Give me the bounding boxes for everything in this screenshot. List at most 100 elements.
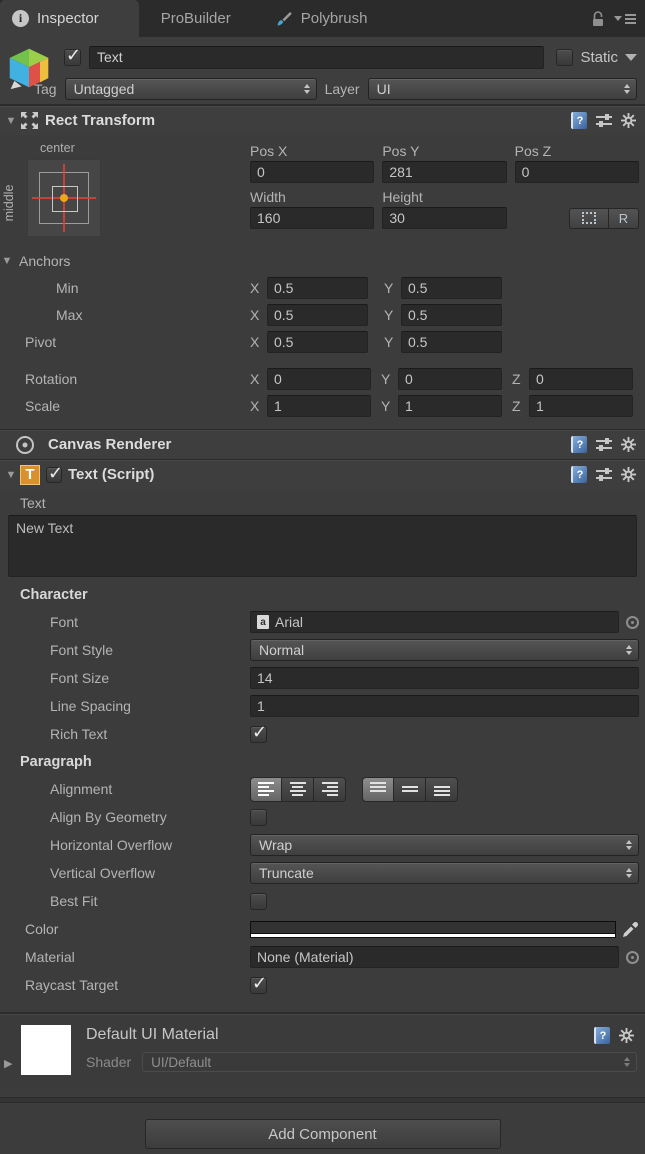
material-object-field[interactable]: None (Material) — [250, 946, 619, 968]
layer-dropdown[interactable]: UI — [368, 78, 637, 100]
align-middle-button[interactable] — [394, 777, 426, 802]
anchors-max-x-field[interactable]: 0.5 — [267, 304, 368, 326]
axis-x-label: X — [250, 307, 267, 323]
pos-x-field[interactable]: 0 — [250, 161, 374, 183]
rotation-x-field[interactable]: 0 — [267, 368, 371, 390]
gameobject-name-field[interactable]: Text — [89, 46, 544, 69]
foldout-open-icon[interactable]: ▼ — [4, 115, 18, 127]
inspector-panel: i Inspector ProBuilder Polybrush — [0, 0, 645, 1154]
font-style-dropdown[interactable]: Normal — [250, 639, 639, 661]
anchors-foldout-icon[interactable]: ▼ — [0, 255, 14, 267]
eyedropper-icon[interactable] — [622, 921, 639, 938]
rotation-y-field[interactable]: 0 — [398, 368, 502, 390]
static-dropdown-arrow-icon[interactable] — [625, 54, 637, 61]
component-title: Canvas Renderer — [48, 436, 171, 453]
help-icon[interactable]: ? — [571, 112, 587, 129]
width-label: Width — [250, 187, 374, 207]
font-object-field[interactable]: a Arial — [250, 611, 619, 633]
presets-icon[interactable] — [596, 438, 612, 452]
line-spacing-field[interactable]: 1 — [250, 695, 639, 717]
object-picker-icon[interactable] — [626, 616, 639, 629]
scale-x-field[interactable]: 1 — [267, 395, 371, 417]
font-style-value: Normal — [259, 642, 304, 658]
align-left-button[interactable] — [250, 777, 282, 802]
context-menu-icon[interactable] — [614, 12, 636, 26]
presets-icon[interactable] — [596, 468, 612, 482]
width-field[interactable]: 160 — [250, 207, 374, 229]
add-component-button[interactable]: Add Component — [145, 1119, 501, 1149]
color-swatch[interactable] — [250, 921, 616, 938]
pos-x-label: Pos X — [250, 141, 374, 161]
gameobject-active-checkbox[interactable] — [64, 49, 81, 66]
raw-edit-mode-button[interactable]: R — [609, 208, 639, 229]
text-value-textarea[interactable]: New Text — [8, 515, 637, 577]
object-picker-icon[interactable] — [626, 951, 639, 964]
height-field[interactable]: 30 — [382, 207, 506, 229]
tab-inspector[interactable]: i Inspector — [0, 0, 139, 37]
font-size-field[interactable]: 14 — [250, 667, 639, 689]
material-foldout-icon[interactable]: ▶ — [4, 1025, 21, 1075]
rect-transform-header[interactable]: ▼ Rect Transform ? — [0, 105, 645, 135]
tab-polybrush[interactable]: Polybrush — [253, 0, 390, 37]
horizontal-overflow-dropdown[interactable]: Wrap — [250, 834, 639, 856]
axis-y-label: Y — [381, 398, 398, 414]
foldout-open-icon[interactable]: ▼ — [4, 469, 18, 481]
pos-y-label: Pos Y — [382, 141, 506, 161]
canvas-renderer-header[interactable]: Canvas Renderer ? — [0, 429, 645, 459]
anchor-preset-button[interactable] — [27, 159, 101, 237]
shader-label: Shader — [86, 1054, 131, 1070]
static-checkbox[interactable] — [556, 49, 573, 66]
color-label: Color — [0, 921, 250, 937]
help-icon[interactable]: ? — [571, 436, 587, 453]
axis-y-label: Y — [384, 307, 401, 323]
text-enabled-checkbox[interactable] — [46, 467, 62, 483]
anchors-min-x-field[interactable]: 0.5 — [267, 277, 368, 299]
scale-z-field[interactable]: 1 — [529, 395, 633, 417]
align-right-button[interactable] — [314, 777, 346, 802]
best-fit-checkbox[interactable] — [250, 893, 267, 910]
rich-text-checkbox[interactable] — [250, 726, 267, 743]
scale-y-field[interactable]: 1 — [398, 395, 502, 417]
align-top-button[interactable] — [362, 777, 394, 802]
shader-value: UI/Default — [151, 1055, 211, 1070]
gear-icon[interactable] — [619, 1028, 634, 1043]
pivot-x-field[interactable]: 0.5 — [267, 331, 368, 353]
text-script-header[interactable]: ▼ T Text (Script) ? — [0, 459, 645, 489]
axis-y-label: Y — [384, 280, 401, 296]
help-icon[interactable]: ? — [594, 1027, 610, 1044]
rect-transform-icon — [20, 111, 39, 130]
gear-icon[interactable] — [621, 437, 636, 452]
gear-icon[interactable] — [621, 113, 636, 128]
material-title: Default UI Material — [86, 1026, 637, 1044]
pos-z-field[interactable]: 0 — [515, 161, 639, 183]
color-rgb-area — [251, 922, 615, 933]
rotation-z-field[interactable]: 0 — [529, 368, 633, 390]
tab-bar-controls — [582, 0, 645, 37]
align-by-geometry-checkbox[interactable] — [250, 809, 267, 826]
align-bottom-icon — [434, 782, 450, 796]
lock-icon[interactable] — [591, 10, 605, 27]
help-icon[interactable]: ? — [571, 466, 587, 483]
tab-probuilder[interactable]: ProBuilder — [139, 0, 253, 37]
vertical-overflow-dropdown[interactable]: Truncate — [250, 862, 639, 884]
component-title: Rect Transform — [45, 112, 155, 129]
align-center-button[interactable] — [282, 777, 314, 802]
tab-label-polybrush: Polybrush — [301, 10, 368, 27]
pivot-y-field[interactable]: 0.5 — [401, 331, 502, 353]
align-bottom-button[interactable] — [426, 777, 458, 802]
presets-icon[interactable] — [596, 114, 612, 128]
anchors-min-y-field[interactable]: 0.5 — [401, 277, 502, 299]
gear-icon[interactable] — [621, 467, 636, 482]
scale-label: Scale — [0, 398, 250, 414]
raycast-target-checkbox[interactable] — [250, 977, 267, 994]
tag-dropdown[interactable]: Untagged — [65, 78, 317, 100]
pos-y-field[interactable]: 281 — [382, 161, 506, 183]
dropdown-stepper-icon — [626, 840, 632, 850]
brush-icon — [275, 10, 293, 28]
text-component-icon: T — [20, 465, 40, 485]
shader-dropdown[interactable]: UI/Default — [142, 1052, 637, 1072]
tab-label-probuilder: ProBuilder — [161, 10, 231, 27]
axis-z-label: Z — [512, 398, 529, 414]
blueprint-mode-button[interactable] — [569, 208, 609, 229]
anchors-max-y-field[interactable]: 0.5 — [401, 304, 502, 326]
